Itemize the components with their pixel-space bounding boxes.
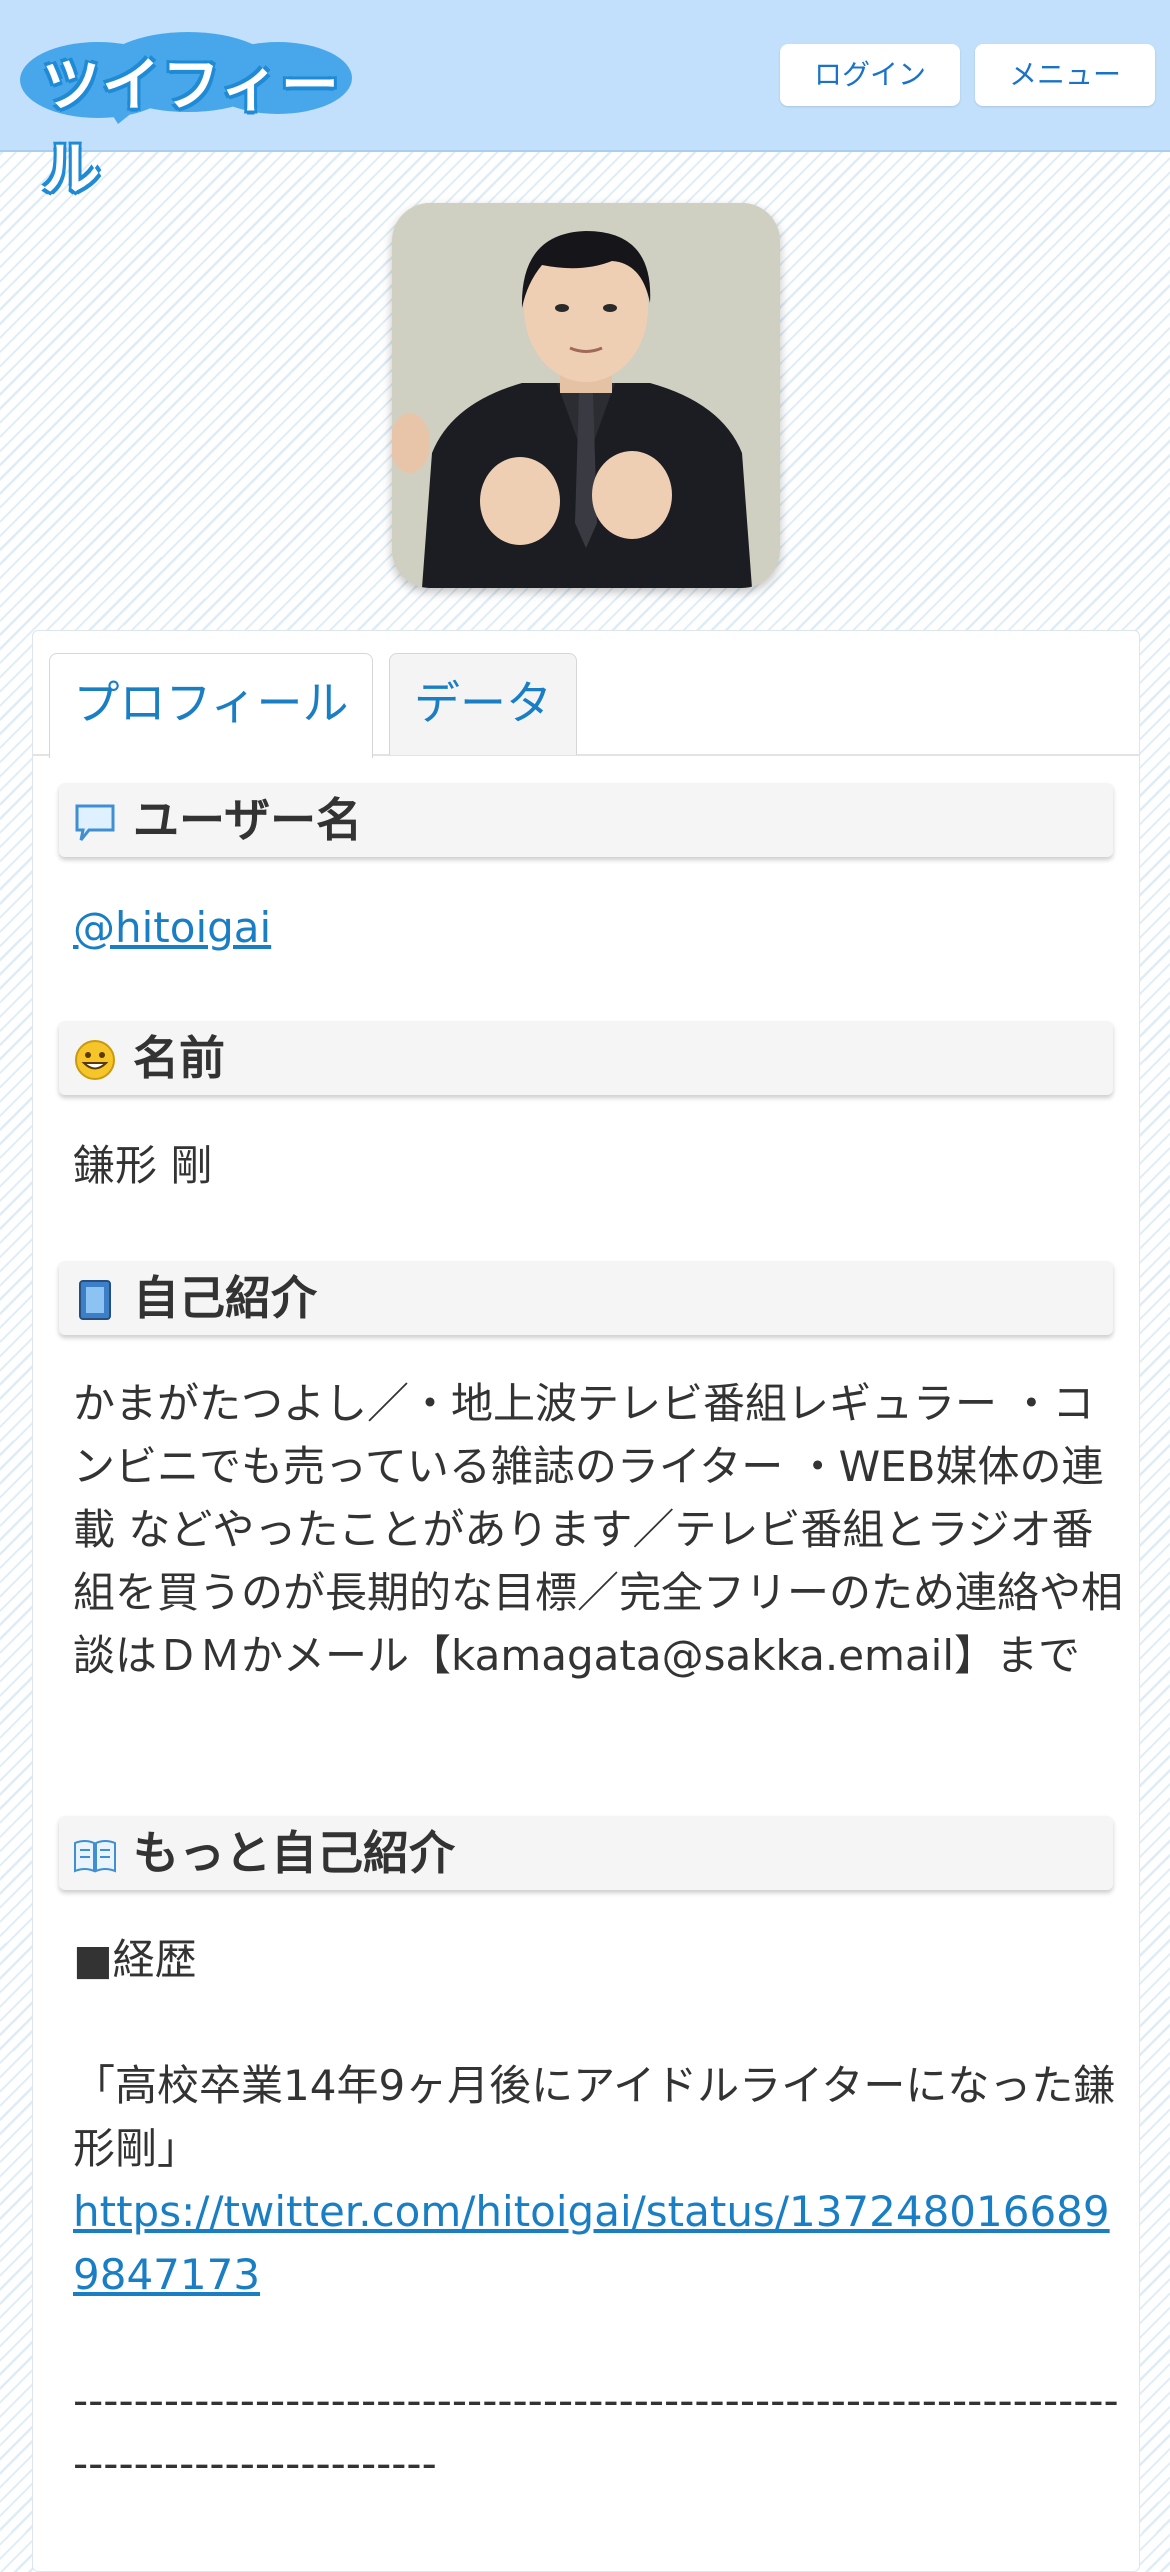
tab-data[interactable]: データ xyxy=(389,653,577,755)
more-bio-divider: ----------------------------------------… xyxy=(73,2376,1119,2488)
more-bio-link-wrap: https://twitter.com/hitoigai/status/1372… xyxy=(73,2180,1123,2306)
section-header-username: ユーザー名 xyxy=(59,783,1113,857)
open-book-icon xyxy=(74,1840,116,1873)
profile-card: プロフィール データ ユーザー名 @hitoigai 名前 鎌形 剛 自己紹介 … xyxy=(32,630,1140,2572)
logo-text: ツイフィール xyxy=(42,51,341,203)
name-value: 鎌形 剛 xyxy=(73,1141,213,1190)
username-value: @hitoigai xyxy=(73,896,1123,959)
section-title: ユーザー名 xyxy=(133,793,363,847)
username-link[interactable]: @hitoigai xyxy=(73,903,271,952)
tweet-link[interactable]: https://twitter.com/hitoigai/status/1372… xyxy=(73,2187,1110,2299)
more-bio-quote: 「高校卒業14年9ヶ月後にアイドルライターになった鎌形剛」 xyxy=(73,2061,1116,2173)
speech-bubble-icon xyxy=(75,804,115,841)
smiley-face-icon xyxy=(75,1040,115,1080)
section-title: 名前 xyxy=(133,1031,225,1085)
section-title: もっと自己紹介 xyxy=(133,1826,455,1880)
notebook-icon xyxy=(79,1280,111,1320)
section-header-name: 名前 xyxy=(59,1021,1113,1095)
tab-profile[interactable]: プロフィール xyxy=(49,653,373,758)
avatar-photo xyxy=(392,203,780,588)
section-title: 自己紹介 xyxy=(133,1271,317,1325)
login-button[interactable]: ログイン xyxy=(780,44,960,106)
menu-button[interactable]: メニュー xyxy=(975,44,1155,106)
profile-avatar xyxy=(392,203,780,588)
more-bio-heading: ■経歴 xyxy=(73,1935,197,1984)
section-header-more-bio: もっと自己紹介 xyxy=(59,1816,1113,1890)
section-header-bio: 自己紹介 xyxy=(59,1261,1113,1335)
bio-text: かまがたつよし／・地上波テレビ番組レギュラー ・コンビニでも売っている雑誌のライ… xyxy=(73,1379,1124,1680)
site-header: ツイフィール ログイン メニュー xyxy=(0,0,1170,203)
site-logo[interactable]: ツイフィール xyxy=(18,28,354,203)
